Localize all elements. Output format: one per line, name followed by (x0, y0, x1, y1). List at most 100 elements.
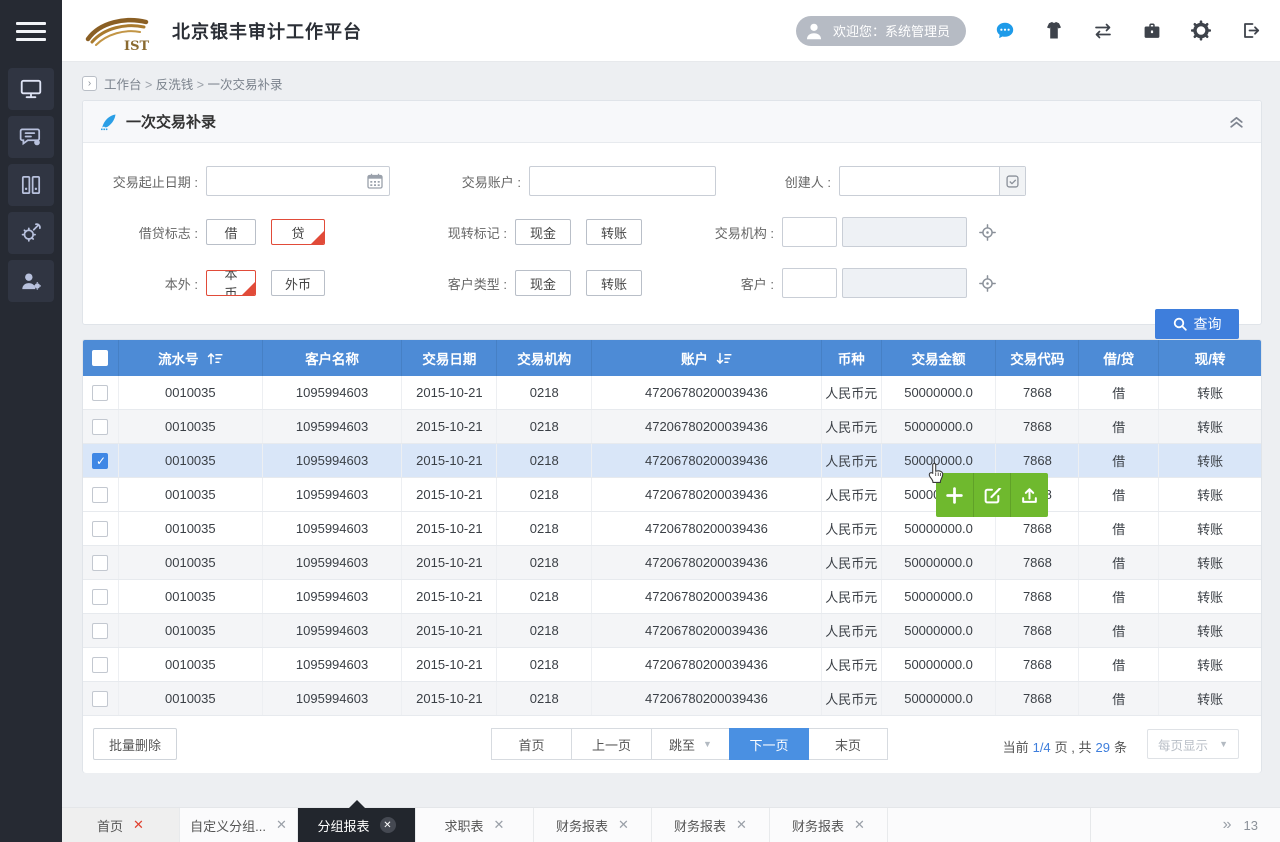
row-checkbox[interactable] (92, 657, 108, 673)
customer-lookup-icon[interactable] (979, 275, 996, 292)
calendar-icon[interactable] (366, 172, 384, 195)
cash-toggle[interactable]: 现金✓ (515, 219, 571, 245)
breadcrumb-item[interactable]: 一次交易补录 (208, 78, 283, 92)
tabs-overflow-icon[interactable]: » (1223, 816, 1232, 834)
open-tab-6[interactable]: 财务报表✕ (770, 808, 888, 842)
creator-input[interactable] (839, 166, 1026, 196)
table-row[interactable]: 001003510959946032015-10-210218472067802… (83, 444, 1261, 478)
theme-icon[interactable] (1044, 21, 1064, 41)
switch-icon[interactable] (1093, 21, 1113, 41)
add-row-button[interactable] (936, 473, 974, 517)
column-header[interactable]: 币种 (822, 340, 882, 376)
org-name-input[interactable] (842, 217, 967, 247)
menu-toggle-icon[interactable] (0, 0, 62, 62)
local-currency-toggle[interactable]: 本币✓ (206, 270, 256, 296)
column-header[interactable]: 交易日期 (402, 340, 497, 376)
column-header[interactable]: 现/转 (1159, 340, 1261, 376)
toolbox-icon[interactable] (1142, 21, 1162, 41)
table-row[interactable]: 001003510959946032015-10-210218472067802… (83, 614, 1261, 648)
date-range-input[interactable] (206, 166, 390, 196)
breadcrumb-item[interactable]: 反洗钱 (156, 78, 194, 92)
table-row[interactable]: 001003510959946032015-10-210218472067802… (83, 546, 1261, 580)
close-tab-icon[interactable]: ✕ (618, 817, 629, 833)
creator-picker-button[interactable] (999, 167, 1025, 195)
column-header[interactable]: 交易金额 (882, 340, 997, 376)
sidebar-item-user-management[interactable] (8, 260, 54, 302)
row-checkbox[interactable] (92, 521, 108, 537)
close-tab-icon[interactable]: ✕ (854, 817, 865, 833)
select-all-checkbox[interactable] (92, 350, 108, 366)
account-input[interactable] (529, 166, 716, 196)
column-header[interactable]: 账户 (592, 340, 822, 376)
table-row[interactable]: 001003510959946032015-10-210218472067802… (83, 512, 1261, 546)
sidebar-item-messages[interactable] (8, 116, 54, 158)
close-tab-icon[interactable]: ✕ (133, 817, 144, 833)
row-checkbox[interactable] (92, 589, 108, 605)
close-tab-icon[interactable]: ✕ (494, 817, 505, 833)
open-tab-active[interactable]: 分组报表✕ (298, 808, 416, 842)
last-page-button[interactable]: 末页 (808, 728, 888, 760)
user-menu[interactable]: 欢迎您：系统管理员 (796, 16, 966, 46)
batch-delete-button[interactable]: 批量删除 (93, 728, 177, 760)
open-tab-1[interactable]: 自定义分组...✕ (180, 808, 298, 842)
row-checkbox[interactable] (92, 691, 108, 707)
open-tab-3[interactable]: 求职表✕ (416, 808, 534, 842)
sort-asc-icon[interactable] (207, 351, 223, 366)
row-checkbox[interactable] (92, 623, 108, 639)
debit-toggle[interactable]: 借✓ (206, 219, 256, 245)
prev-page-button[interactable]: 上一页 (571, 728, 652, 760)
column-header[interactable]: 交易代码 (996, 340, 1079, 376)
query-button[interactable]: 查询 (1155, 309, 1239, 339)
foreign-currency-toggle[interactable]: 外币✓ (271, 270, 325, 296)
row-checkbox[interactable] (92, 385, 108, 401)
customer-name-input[interactable] (842, 268, 967, 298)
org-lookup-icon[interactable] (979, 224, 996, 241)
table-row[interactable]: 001003510959946032015-10-210218472067802… (83, 648, 1261, 682)
org-code-input[interactable] (782, 217, 837, 247)
close-tab-icon[interactable]: ✕ (380, 817, 396, 833)
table-row[interactable]: 001003510959946032015-10-210218472067802… (83, 580, 1261, 614)
table-row[interactable]: 001003510959946032015-10-210218472067802… (83, 682, 1261, 716)
customer-type-transfer-toggle[interactable]: 转账✓ (586, 270, 642, 296)
open-tab-4[interactable]: 财务报表✕ (534, 808, 652, 842)
sidebar-item-archives[interactable] (8, 164, 54, 206)
tabs-overflow-area: » 13 (1090, 808, 1280, 842)
open-tab-0[interactable]: 首页✕ (62, 808, 180, 842)
customer-code-input[interactable] (782, 268, 837, 298)
breadcrumb-item[interactable]: 工作台 (104, 78, 142, 92)
row-checkbox[interactable] (92, 487, 108, 503)
row-checkbox[interactable] (92, 419, 108, 435)
settings-icon[interactable] (1191, 21, 1211, 41)
column-header[interactable]: 借/贷 (1079, 340, 1159, 376)
credit-toggle[interactable]: 贷✓ (271, 219, 325, 245)
next-page-button[interactable]: 下一页 (729, 728, 809, 760)
row-checkbox[interactable] (92, 453, 108, 469)
close-tab-icon[interactable]: ✕ (276, 817, 287, 833)
table-row[interactable]: 001003510959946032015-10-210218472067802… (83, 376, 1261, 410)
jump-to-dropdown[interactable]: 跳至▼ (651, 728, 730, 760)
upload-row-button[interactable] (1011, 473, 1048, 517)
date-range-label: 交易起止日期 : (103, 172, 206, 191)
sidebar-item-system-settings[interactable] (8, 212, 54, 254)
first-page-button[interactable]: 首页 (491, 728, 572, 760)
sidebar-item-workspace[interactable] (8, 68, 54, 110)
close-tab-icon[interactable]: ✕ (736, 817, 747, 833)
open-tab-5[interactable]: 财务报表✕ (652, 808, 770, 842)
table-row[interactable]: 001003510959946032015-10-210218472067802… (83, 478, 1261, 512)
table-row[interactable]: 001003510959946032015-10-210218472067802… (83, 410, 1261, 444)
collapse-panel-icon[interactable] (1228, 113, 1245, 130)
edit-row-button[interactable] (974, 473, 1012, 517)
customer-type-cash-toggle[interactable]: 现金✓ (515, 270, 571, 296)
table-cell: 0218 (497, 614, 592, 647)
select-all-header-cell[interactable] (83, 340, 119, 376)
column-header[interactable]: 交易机构 (497, 340, 592, 376)
row-checkbox[interactable] (92, 555, 108, 571)
per-page-dropdown[interactable]: 每页显示▼ (1147, 729, 1239, 759)
column-header[interactable]: 流水号 (119, 340, 263, 376)
logout-icon[interactable] (1240, 21, 1260, 41)
messages-icon[interactable] (995, 21, 1015, 41)
column-header[interactable]: 客户名称 (263, 340, 403, 376)
table-cell: 1095994603 (263, 410, 403, 443)
sort-desc-icon[interactable] (716, 351, 732, 366)
transfer-toggle[interactable]: 转账✓ (586, 219, 642, 245)
